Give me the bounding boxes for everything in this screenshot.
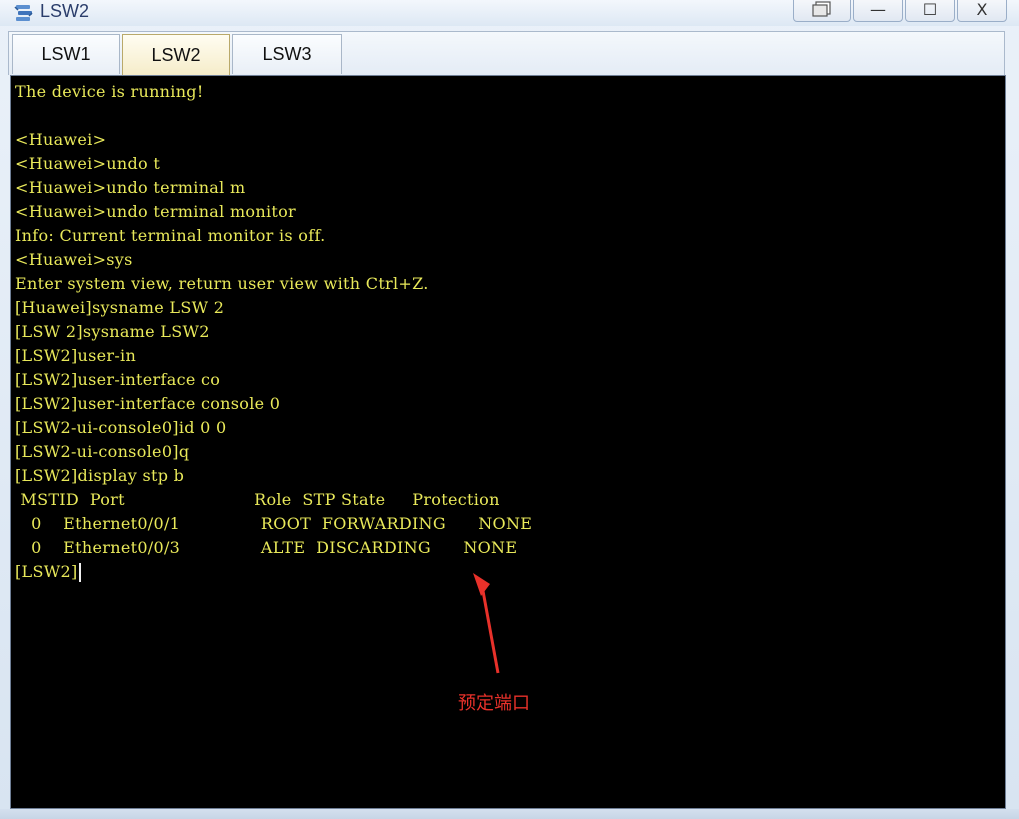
minimize-icon: —: [870, 0, 886, 19]
tab-lsw1[interactable]: LSW1: [12, 34, 120, 74]
terminal-line: [LSW2]display stp b: [15, 466, 185, 485]
restore-down-icon: [812, 1, 831, 17]
window-controls: — ☐ X: [791, 0, 1007, 22]
close-icon: X: [976, 0, 988, 19]
terminal-line: [LSW2-ui-console0]q: [15, 442, 190, 461]
terminal-prompt: [LSW2]: [15, 562, 78, 581]
terminal-console[interactable]: The device is running! <Huawei> <Huawei>…: [10, 75, 1006, 809]
terminal-line: <Huawei>undo terminal monitor: [15, 202, 296, 221]
stp-table-header: MSTID Port Role STP State Protection: [15, 490, 500, 509]
annotation-label: 预定端口: [458, 693, 530, 714]
stp-table-row: 0 Ethernet0/0/3 ALTE DISCARDING NONE: [15, 538, 518, 557]
terminal-line: [LSW2]user-interface co: [15, 370, 221, 389]
window-bottom-border: [0, 809, 1019, 819]
network-device-icon: [14, 5, 33, 21]
stp-table-row: 0 Ethernet0/0/1 ROOT FORWARDING NONE: [15, 514, 533, 533]
text-cursor: [78, 563, 81, 582]
terminal-line: Info: Current terminal monitor is off.: [15, 226, 326, 245]
restore-down-button[interactable]: [793, 0, 851, 22]
terminal-line: <Huawei>undo t: [15, 154, 161, 173]
terminal-line: Enter system view, return user view with…: [15, 274, 429, 293]
maximize-icon: ☐: [922, 0, 938, 19]
terminal-prompt-line[interactable]: [LSW2]: [15, 560, 532, 584]
app-window: LSW2 — ☐ X LSW1 LSW2 LSW3 The device is …: [0, 0, 1019, 819]
terminal-line: [Huawei]sysname LSW 2: [15, 298, 225, 317]
terminal-line: <Huawei>undo terminal m: [15, 178, 246, 197]
terminal-line: [LSW2]user-interface console 0: [15, 394, 281, 413]
title-bar[interactable]: LSW2 — ☐ X: [0, 0, 1019, 26]
minimize-button[interactable]: —: [853, 0, 903, 22]
tab-lsw3[interactable]: LSW3: [232, 34, 342, 74]
terminal-line: [LSW2]user-in: [15, 346, 137, 365]
maximize-button[interactable]: ☐: [905, 0, 955, 22]
terminal-line: <Huawei>: [15, 130, 107, 149]
terminal-line: [LSW2-ui-console0]id 0 0: [15, 418, 227, 437]
window-title: LSW2: [40, 1, 90, 21]
terminal-line: [LSW 2]sysname LSW2: [15, 322, 210, 341]
close-button[interactable]: X: [957, 0, 1007, 22]
terminal-line: <Huawei>sys: [15, 250, 133, 269]
terminal-output: The device is running! <Huawei> <Huawei>…: [15, 80, 532, 584]
terminal-line: The device is running!: [15, 82, 204, 101]
tab-bar: LSW1 LSW2 LSW3: [8, 31, 1005, 76]
tab-lsw2[interactable]: LSW2: [122, 34, 230, 76]
